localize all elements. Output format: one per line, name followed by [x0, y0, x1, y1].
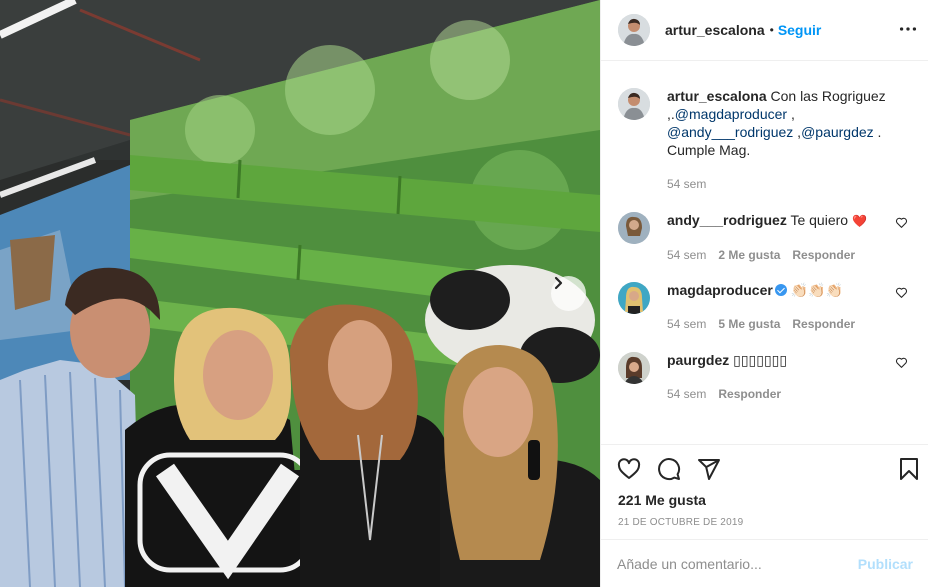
action-icons	[617, 457, 721, 481]
share-icon[interactable]	[697, 457, 721, 481]
post-header: artur_escalona • Seguir	[601, 0, 928, 61]
publish-button[interactable]: Publicar	[858, 556, 913, 572]
comment-username[interactable]: magdaproducer	[667, 282, 773, 298]
comment-emoji: ❤️	[851, 214, 867, 228]
post-side-panel: artur_escalona • Seguir artur_escalona C…	[600, 0, 928, 587]
comment-likes[interactable]: 5 Me gusta	[718, 315, 780, 333]
mention-link[interactable]: @andy___rodriguez	[667, 124, 793, 140]
caption-body: artur_escalona Con las Rogriguez ,.@magd…	[667, 87, 913, 193]
caption-text: ,	[787, 106, 795, 122]
comment-meta: 54 sem 5 Me gusta Responder	[667, 315, 913, 333]
mention-link[interactable]: @magdaproducer	[675, 106, 787, 122]
reply-button[interactable]: Responder	[792, 246, 855, 264]
heart-icon[interactable]	[895, 216, 908, 229]
header-separator: •	[769, 23, 774, 37]
avatar[interactable]	[618, 14, 650, 46]
avatar-image	[618, 88, 650, 120]
comment-item: paurgdez ▯▯▯▯▯▯▯ 54 sem Responder	[618, 351, 913, 421]
comment-meta: 54 sem 2 Me gusta Responder	[667, 246, 913, 264]
comment-likes[interactable]: 2 Me gusta	[718, 246, 780, 264]
verified-badge-icon	[774, 284, 787, 296]
more-horizontal-icon[interactable]	[897, 18, 919, 40]
avatar-image	[618, 282, 650, 314]
post-date[interactable]: 21 DE OCTUBRE DE 2019	[618, 517, 743, 528]
comment-item: andy___rodriguez Te quiero ❤️ 54 sem 2 M…	[618, 211, 913, 281]
header-username[interactable]: artur_escalona	[665, 22, 765, 38]
bookmark-icon	[900, 458, 918, 480]
heart-icon[interactable]	[895, 356, 908, 369]
avatar[interactable]	[618, 282, 650, 314]
avatar-image	[618, 212, 650, 244]
caption: artur_escalona Con las Rogriguez ,.@magd…	[618, 87, 913, 211]
comment-username[interactable]: andy___rodriguez	[667, 212, 787, 228]
comment-text: 👏🏻👏🏻👏🏻	[790, 282, 843, 298]
caption-username[interactable]: artur_escalona	[667, 88, 767, 104]
save-button[interactable]	[897, 457, 921, 481]
comment-username[interactable]: paurgdez	[667, 352, 729, 368]
avatar[interactable]	[618, 88, 650, 120]
post-photo[interactable]	[0, 0, 600, 587]
comment-time[interactable]: 54 sem	[667, 315, 706, 333]
comment-icon[interactable]	[657, 457, 681, 481]
follow-button[interactable]: Seguir	[778, 22, 822, 38]
comment-text: ▯▯▯▯▯▯▯	[733, 352, 788, 368]
comment-time[interactable]: 54 sem	[667, 385, 706, 403]
comment-body: andy___rodriguez Te quiero ❤️ 54 sem 2 M…	[667, 211, 913, 264]
next-photo-button[interactable]	[551, 276, 586, 311]
comment-input[interactable]	[617, 555, 858, 572]
reply-button[interactable]: Responder	[792, 315, 855, 333]
likes-count[interactable]: 221 Me gusta	[618, 492, 706, 508]
chevron-right-icon	[554, 276, 563, 290]
comment-body: paurgdez ▯▯▯▯▯▯▯ 54 sem Responder	[667, 351, 913, 403]
heart-icon[interactable]	[895, 286, 908, 299]
comment-item: magdaproducer 👏🏻👏🏻👏🏻 54 sem 5 Me gusta R…	[618, 281, 913, 351]
comment-meta: 54 sem Responder	[667, 385, 913, 403]
caption-text: ,	[793, 124, 802, 140]
avatar[interactable]	[618, 352, 650, 384]
avatar[interactable]	[618, 212, 650, 244]
caption-meta: 54 sem	[667, 175, 913, 193]
avatar-image	[618, 352, 650, 384]
heart-icon[interactable]	[617, 457, 641, 481]
comment-body: magdaproducer 👏🏻👏🏻👏🏻 54 sem 5 Me gusta R…	[667, 281, 913, 333]
comment-time[interactable]: 54 sem	[667, 246, 706, 264]
reply-button[interactable]: Responder	[718, 385, 781, 403]
comments-list[interactable]: artur_escalona Con las Rogriguez ,.@magd…	[601, 62, 928, 444]
caption-time[interactable]: 54 sem	[667, 175, 706, 193]
post-actions: 221 Me gusta 21 DE OCTUBRE DE 2019	[601, 444, 928, 539]
comment-text: Te quiero	[790, 212, 849, 228]
mention-link[interactable]: @paurgdez	[801, 124, 874, 140]
photo-illustration	[0, 0, 600, 587]
add-comment-bar: Publicar	[601, 539, 928, 587]
avatar-image	[618, 14, 650, 46]
